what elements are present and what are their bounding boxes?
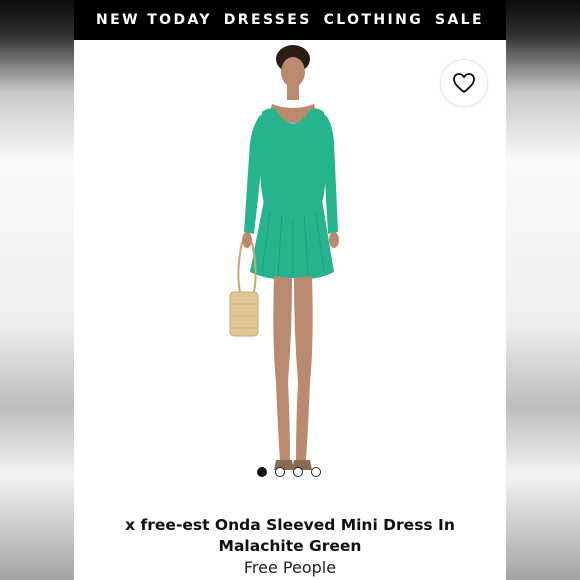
nav-new-today[interactable]: NEW TODAY [96,12,212,28]
carousel-dot-3[interactable] [293,467,303,477]
nav-dresses[interactable]: DRESSES [224,12,312,28]
product-brand[interactable]: Free People [74,558,506,577]
product-image[interactable] [74,40,506,485]
heart-icon [453,73,475,94]
blurred-backdrop-right [506,0,580,580]
mobile-product-page: NEW TODAY DRESSES CLOTHING SALE x free-e… [74,0,506,580]
top-navigation: NEW TODAY DRESSES CLOTHING SALE [74,0,506,40]
carousel-dot-2[interactable] [275,467,285,477]
product-title: x free-est Onda Sleeved Mini Dress In Ma… [125,516,455,555]
blurred-backdrop-left [0,0,74,580]
image-carousel-dots [257,467,321,477]
carousel-dot-4[interactable] [311,467,321,477]
nav-clothing[interactable]: CLOTHING [324,12,423,28]
carousel-dot-1[interactable] [257,467,267,477]
wishlist-button[interactable] [440,59,488,107]
nav-sale[interactable]: SALE [435,12,484,28]
model-photo [229,45,339,470]
